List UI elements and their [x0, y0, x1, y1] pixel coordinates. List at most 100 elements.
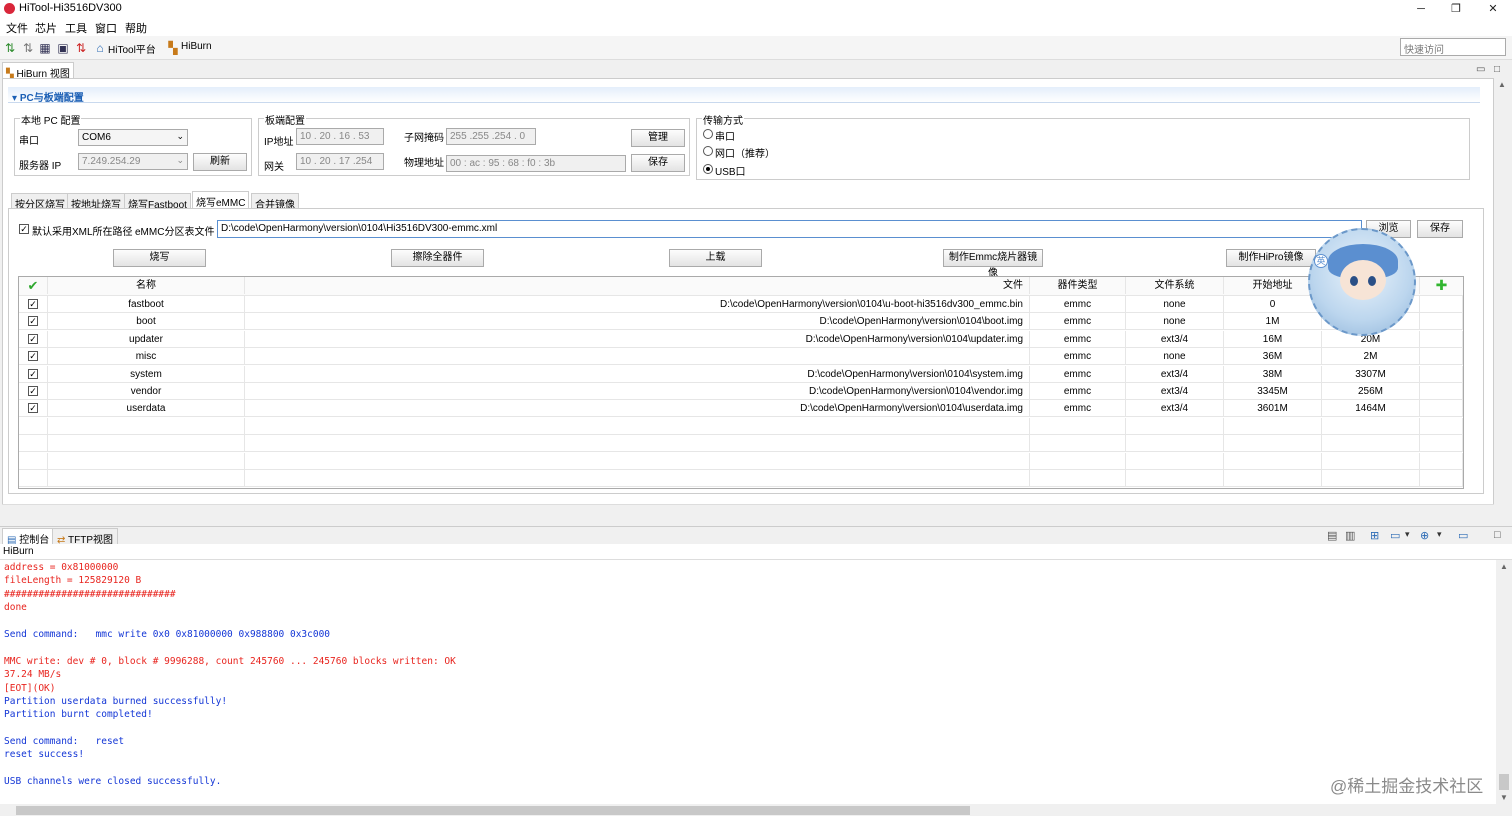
console-horizontal-scroll-thumb[interactable]	[16, 806, 970, 815]
row-checkbox[interactable]: ✓	[19, 313, 48, 331]
table-row[interactable]	[19, 470, 1463, 487]
tab-burn-emmc[interactable]: 烧写eMMC	[192, 191, 250, 209]
cell-file[interactable]	[245, 435, 1030, 453]
tab-burn-fastboot[interactable]: 烧写Fastboot	[124, 193, 191, 211]
menu-file[interactable]: 文件	[6, 20, 28, 36]
manage-button[interactable]: 管理	[631, 129, 685, 147]
chevron-down-icon[interactable]: ▾	[1405, 529, 1410, 540]
radio-serial[interactable]	[703, 129, 713, 139]
check-all-icon[interactable]: ✔	[19, 277, 48, 294]
cell-file[interactable]: D:\code\OpenHarmony\version\0104\vendor.…	[245, 383, 1030, 400]
serial-icon[interactable]: ▣	[56, 41, 70, 55]
row-checkbox[interactable]: ✓	[19, 383, 48, 400]
burn-button[interactable]: 烧写	[113, 249, 206, 267]
cell-file[interactable]	[245, 470, 1030, 487]
row-checkbox[interactable]	[19, 452, 48, 470]
console-vertical-scrollbar[interactable]: ▲ ▼	[1496, 560, 1512, 804]
quick-access-input[interactable]: 快速访问	[1400, 38, 1506, 56]
row-checkbox-box[interactable]: ✓	[28, 333, 38, 344]
view-minimize-icon[interactable]: ▭	[1476, 64, 1485, 75]
table-row[interactable]: ✓ system D:\code\OpenHarmony\version\0104\…	[19, 365, 1463, 383]
pin-console-icon[interactable]: ⊞	[1370, 529, 1379, 542]
erase-all-button[interactable]: 擦除全器件	[391, 249, 484, 267]
refresh-button[interactable]: 刷新	[193, 153, 247, 171]
use-xml-path-checkbox[interactable]: ✓	[19, 224, 29, 234]
row-checkbox-box[interactable]: ✓	[28, 351, 38, 362]
menu-help[interactable]: 帮助	[125, 20, 147, 36]
table-row[interactable]	[19, 435, 1463, 453]
cell-file[interactable]	[245, 452, 1030, 470]
row-checkbox-box[interactable]: ✓	[28, 403, 38, 414]
row-checkbox-box[interactable]: ✓	[28, 316, 38, 327]
table-row[interactable]: ✓ updater D:\code\OpenHarmony\version\0104…	[19, 330, 1463, 348]
cell-file[interactable]	[245, 348, 1030, 366]
row-checkbox-box[interactable]: ✓	[28, 299, 38, 309]
menu-tools[interactable]: 工具	[65, 20, 87, 36]
make-emmc-image-button[interactable]: 制作Emmc烧片器镜像	[943, 249, 1043, 279]
table-row[interactable]	[19, 417, 1463, 435]
row-checkbox[interactable]	[19, 435, 48, 453]
table-row[interactable]: ✓ vendor D:\code\OpenHarmony\version\0104\…	[19, 383, 1463, 400]
transfer-icon[interactable]: ⇅	[74, 41, 88, 55]
cell-file[interactable]: D:\code\OpenHarmony\version\0104\u-boot-…	[245, 296, 1030, 313]
menu-window[interactable]: 窗口	[95, 20, 117, 36]
add-row-icon[interactable]: ✚	[1420, 277, 1463, 294]
table-row[interactable]: ✓ misc emmc none 36M 2M	[19, 348, 1463, 366]
table-row[interactable]: ✓ fastboot D:\code\OpenHarmony\version\010…	[19, 296, 1463, 313]
maximize-button[interactable]: ❐	[1441, 1, 1471, 17]
subnet-mask-field[interactable]: 255 .255 .254 . 0	[446, 128, 536, 145]
row-checkbox-box[interactable]: ✓	[28, 386, 38, 396]
close-button[interactable]: ✕	[1478, 1, 1508, 17]
console-maximize-icon[interactable]: □	[1494, 529, 1501, 541]
emmc-table-path-input[interactable]: D:\code\OpenHarmony\version\0104\Hi3516D…	[217, 220, 1362, 238]
tab-hiburn-view[interactable]: ▚ HiBurn 视图	[2, 62, 74, 80]
upload-button[interactable]: 上载	[669, 249, 762, 267]
serial-select[interactable]: COM6 ⌄	[78, 129, 188, 146]
board-save-button[interactable]: 保存	[631, 154, 685, 172]
radio-usb[interactable]	[703, 164, 713, 174]
menu-chip[interactable]: 芯片	[35, 20, 57, 36]
row-checkbox[interactable]: ✓	[19, 365, 48, 383]
mac-address-field[interactable]: 00 : ac : 95 : 68 : f0 : 3b	[446, 155, 626, 172]
hitool-platform-button[interactable]: HiTool平台	[108, 41, 156, 56]
connect-icon[interactable]: ⇅	[3, 41, 17, 55]
view-vertical-scrollbar[interactable]: ▲	[1494, 78, 1510, 518]
tab-merge-image[interactable]: 合并镜像	[251, 193, 299, 211]
network-icon[interactable]: ▦	[38, 41, 52, 55]
tab-tftp-view[interactable]: ⇄ TFTP视图	[52, 528, 118, 546]
hiburn-icon[interactable]: ▚	[166, 41, 180, 55]
tab-console[interactable]: ▤ 控制台	[2, 528, 55, 546]
table-row[interactable]: ✓ userdata D:\code\OpenHarmony\version\010…	[19, 400, 1463, 418]
cell-file[interactable]: D:\code\OpenHarmony\version\0104\system.…	[245, 365, 1030, 383]
tab-burn-by-partition[interactable]: 按分区烧写	[11, 193, 69, 211]
ip-field[interactable]: 10 . 20 . 16 . 53	[296, 128, 384, 145]
cell-file[interactable]: D:\code\OpenHarmony\version\0104\updater…	[245, 330, 1030, 348]
table-row[interactable]: ✓ boot D:\code\OpenHarmony\version\0104\bo…	[19, 313, 1463, 331]
row-checkbox[interactable]: ✓	[19, 296, 48, 313]
row-checkbox[interactable]: ✓	[19, 400, 48, 418]
table-row[interactable]	[19, 452, 1463, 470]
make-hipro-image-button[interactable]: 制作HiPro镜像	[1226, 249, 1316, 267]
row-checkbox[interactable]: ✓	[19, 330, 48, 348]
gateway-field[interactable]: 10 . 20 . 17 .254	[296, 153, 384, 170]
view-maximize-icon[interactable]: □	[1494, 64, 1500, 75]
cell-file[interactable]: D:\code\OpenHarmony\version\0104\userdat…	[245, 400, 1030, 418]
section-header[interactable]: ▾ PC与板端配置	[8, 87, 1480, 104]
xml-save-button[interactable]: 保存	[1417, 220, 1463, 238]
tab-burn-by-address[interactable]: 按地址烧写	[67, 193, 125, 211]
row-checkbox[interactable]	[19, 470, 48, 487]
row-checkbox[interactable]: ✓	[19, 348, 48, 366]
radio-network[interactable]	[703, 146, 713, 156]
row-checkbox[interactable]	[19, 417, 48, 435]
hiburn-button[interactable]: HiBurn	[181, 41, 212, 52]
cell-file[interactable]	[245, 417, 1030, 435]
clear-console-icon[interactable]: ▤	[1327, 529, 1337, 542]
minimize-button[interactable]: ─	[1406, 1, 1436, 17]
chevron-down-icon[interactable]: ▾	[1437, 529, 1442, 540]
row-checkbox-box[interactable]: ✓	[28, 368, 38, 379]
scroll-lock-icon[interactable]: ▥	[1345, 529, 1355, 542]
display-console-icon[interactable]: ▭	[1390, 529, 1400, 542]
open-console-icon[interactable]: ⊕	[1420, 529, 1429, 542]
disconnect-icon[interactable]: ⇅	[21, 41, 35, 55]
home-icon[interactable]: ⌂	[93, 41, 107, 55]
